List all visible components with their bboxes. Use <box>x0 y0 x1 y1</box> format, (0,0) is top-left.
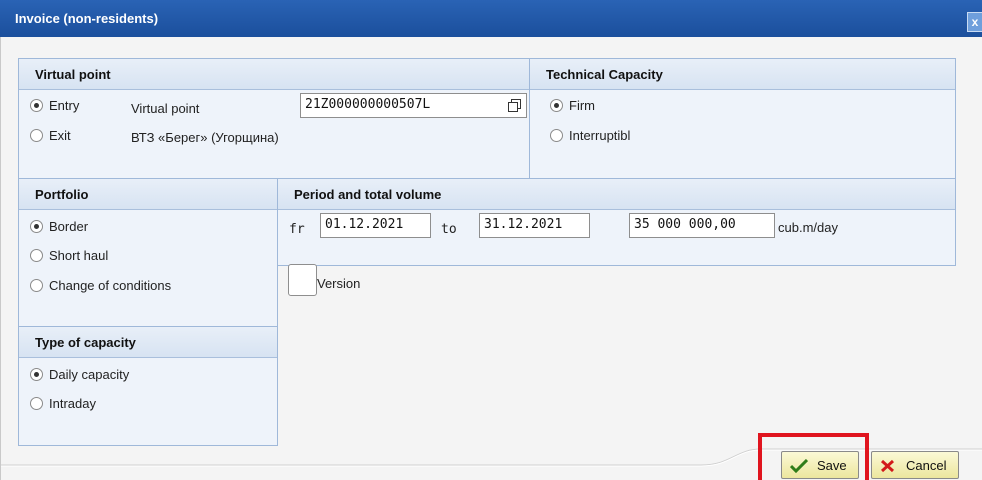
save-highlight-frame <box>758 433 869 480</box>
cancel-label: Cancel <box>906 458 947 473</box>
footer-separator <box>1 448 982 467</box>
x-icon <box>880 459 895 473</box>
close-icon[interactable]: x <box>967 12 982 32</box>
dialog-title-bar: Invoice (non-residents) <box>0 0 982 37</box>
cancel-button[interactable]: Cancel <box>871 451 959 479</box>
dialog-title: Invoice (non-residents) <box>15 11 159 26</box>
dialog-body: Virtual point Entry Exit Virtual point 2… <box>0 37 982 480</box>
